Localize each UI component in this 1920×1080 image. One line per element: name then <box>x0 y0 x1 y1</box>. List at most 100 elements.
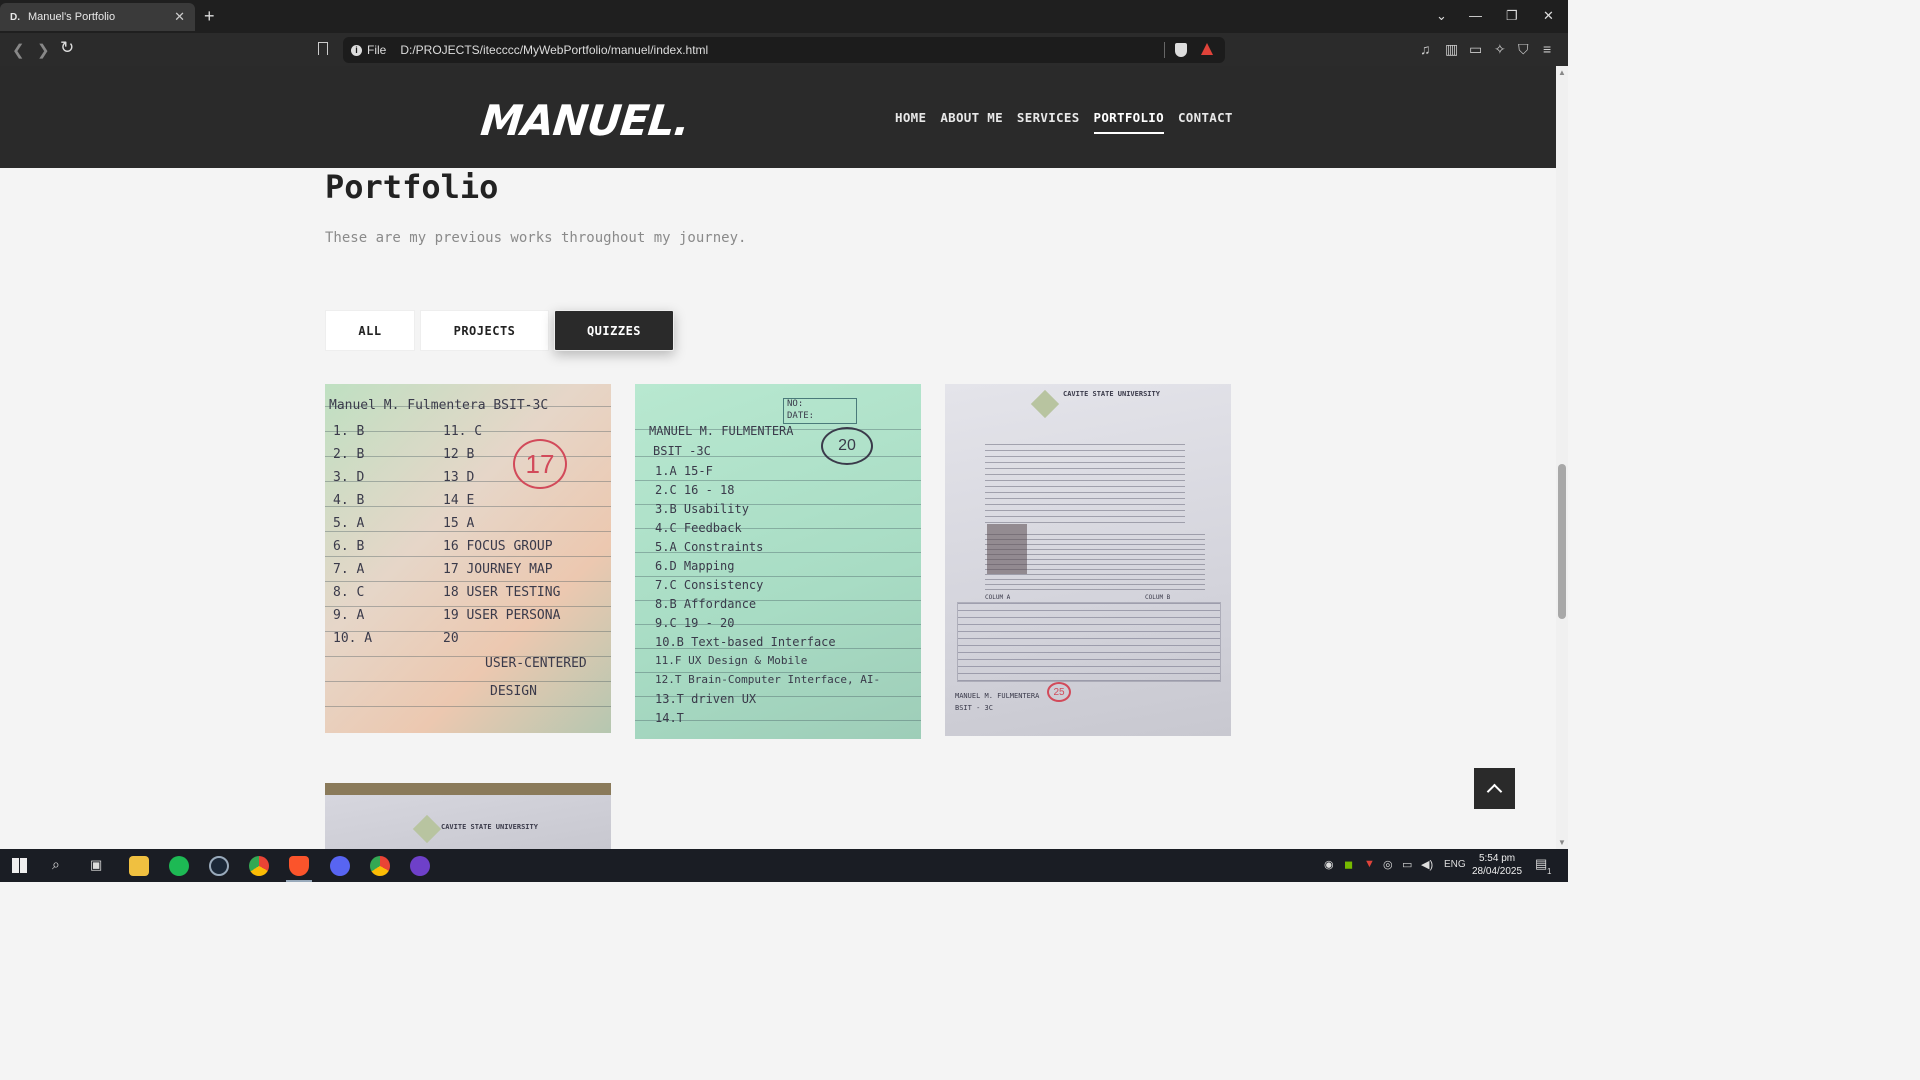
answer: 5. A <box>333 516 365 531</box>
notification-count: 1 <box>1547 867 1552 876</box>
menu-icon[interactable]: ≡ <box>1543 41 1551 57</box>
brave-rewards-icon[interactable] <box>1201 43 1213 55</box>
discord-tray-icon[interactable]: ◉ <box>1324 858 1334 871</box>
url-divider <box>1164 42 1165 58</box>
browser-toolbar: ❮ ❯ ↻ i File D:/PROJECTS/itecccc/MyWebPo… <box>0 33 1568 66</box>
media-icon[interactable]: ♫ <box>1420 41 1431 57</box>
answer: 14 E <box>443 493 475 508</box>
task-view-icon[interactable]: ▣ <box>90 857 102 873</box>
answer: 18 USER TESTING <box>443 585 561 600</box>
site-logo[interactable]: MANUEL. <box>478 96 691 145</box>
scroll-up-icon[interactable]: ▲ <box>1558 68 1566 77</box>
search-icon[interactable]: ⌕ <box>52 856 60 873</box>
answer: 6.D Mapping <box>655 559 735 573</box>
answer: 13.T driven UX <box>655 692 757 706</box>
back-to-top-button[interactable] <box>1474 768 1515 809</box>
clock-date: 28/04/2025 <box>1472 866 1523 877</box>
start-icon[interactable] <box>12 858 27 873</box>
answer: 4.C Feedback <box>655 521 742 535</box>
wallet-icon[interactable]: ▭ <box>1469 41 1482 58</box>
answer: 9.C 19 - 20 <box>655 616 735 630</box>
column-a-header: COLUM A <box>985 594 1011 601</box>
discord-icon[interactable] <box>330 856 350 876</box>
minimize-icon[interactable]: — <box>1469 8 1482 23</box>
chrome-icon[interactable] <box>249 856 269 876</box>
close-window-icon[interactable]: ✕ <box>1543 8 1554 24</box>
answer: 10.B Text-based Interface <box>655 635 836 649</box>
nav-home[interactable]: HOME <box>895 110 926 125</box>
answer: 9. A <box>333 608 365 623</box>
clock[interactable]: 5:54 pm 28/04/2025 <box>1472 852 1522 878</box>
scroll-thumb[interactable] <box>1558 464 1566 619</box>
close-tab-icon[interactable]: ✕ <box>174 9 185 25</box>
tab-list-icon[interactable]: ⌄ <box>1436 8 1447 24</box>
filter-all[interactable]: ALL <box>325 310 415 351</box>
leo-ai-icon[interactable]: ✧ <box>1494 41 1506 58</box>
notifications-icon[interactable]: ▤ <box>1535 856 1547 872</box>
answer: 7.C Consistency <box>655 578 764 592</box>
filter-projects[interactable]: PROJECTS <box>420 310 549 351</box>
chrome-profile-icon[interactable] <box>370 856 390 876</box>
nav-about[interactable]: ABOUT ME <box>940 110 1003 125</box>
quiz-card[interactable]: CAVITE STATE UNIVERSITY COLUM A COLUM B … <box>945 384 1231 736</box>
quiz-section: BSIT -3C <box>653 444 711 458</box>
answer: 2.C 16 - 18 <box>655 483 735 497</box>
nav-contact[interactable]: CONTACT <box>1178 110 1233 125</box>
steam-icon[interactable] <box>209 856 229 876</box>
windows-taskbar: ⌕ ▣ ◉ ◼ ▼ ◎ ▭ ◀) ENG 5:54 pm 28/04/2025 … <box>0 849 1568 882</box>
answer: 10. A <box>333 631 373 646</box>
answer: 20 <box>443 631 459 646</box>
quiz-photo: CAVITE STATE UNIVERSITY COLUM A COLUM B … <box>945 384 1231 736</box>
bookmark-icon[interactable] <box>318 42 328 55</box>
browser-tab[interactable]: D. Manuel's Portfolio ✕ <box>0 3 195 31</box>
answer: 5.A Constraints <box>655 540 764 554</box>
clock-time: 5:54 pm <box>1478 853 1516 864</box>
brave-icon[interactable] <box>289 856 309 876</box>
site-header: MANUEL. HOME ABOUT ME SERVICES PORTFOLIO… <box>0 66 1556 168</box>
back-icon[interactable]: ❮ <box>12 41 25 59</box>
vpn-tray-icon[interactable]: ▼ <box>1364 858 1375 870</box>
box-label: DATE: <box>787 411 815 421</box>
university-seal <box>412 814 442 844</box>
answer: 7. A <box>333 562 365 577</box>
quiz-card[interactable]: CAVITE STATE UNIVERSITY <box>325 783 611 849</box>
answer: 3. D <box>333 470 365 485</box>
page-scrollbar[interactable]: ▲ ▼ <box>1556 66 1568 849</box>
steam-tray-icon[interactable]: ◎ <box>1383 858 1393 871</box>
student-name: MANUEL M. FULMENTERA <box>955 692 1040 700</box>
quiz-card[interactable]: NO: DATE: MANUEL M. FULMENTERA BSIT -3C … <box>635 384 921 739</box>
brave-shields-icon[interactable] <box>1175 43 1187 57</box>
address-bar[interactable]: i File D:/PROJECTS/itecccc/MyWebPortfoli… <box>343 37 1225 63</box>
page-subtitle: These are my previous works throughout m… <box>325 230 747 246</box>
network-icon[interactable]: ▭ <box>1402 858 1412 871</box>
quiz-card[interactable]: Manuel M. Fulmentera BSIT-3C 1. B 2. B 3… <box>325 384 611 733</box>
school-name: CAVITE STATE UNIVERSITY <box>1063 390 1160 398</box>
nav-services[interactable]: SERVICES <box>1017 110 1080 125</box>
nav-portfolio[interactable]: PORTFOLIO <box>1093 110 1165 134</box>
vpn-icon[interactable]: ⛉ <box>1518 41 1529 58</box>
new-tab-icon[interactable]: + <box>204 6 215 27</box>
language-indicator[interactable]: ENG <box>1444 859 1466 870</box>
file-explorer-icon[interactable] <box>129 856 149 876</box>
forward-icon[interactable]: ❯ <box>37 41 50 59</box>
answer: 12.T Brain-Computer Interface, AI- <box>655 673 881 686</box>
answer: 3.B Usability <box>655 502 749 516</box>
filter-quizzes[interactable]: QUIZZES <box>554 310 674 351</box>
main-nav: HOME ABOUT ME SERVICES PORTFOLIO CONTACT <box>895 110 1233 134</box>
quiz-score: 20 <box>821 427 873 465</box>
box-label: NO: <box>787 399 804 409</box>
spotify-icon[interactable] <box>169 856 189 876</box>
sidebar-icon[interactable]: ▥ <box>1445 41 1458 58</box>
quiz-photo: NO: DATE: MANUEL M. FULMENTERA BSIT -3C … <box>635 384 921 739</box>
answer: 2. B <box>333 447 365 462</box>
nvidia-tray-icon[interactable]: ◼ <box>1344 858 1353 871</box>
github-desktop-icon[interactable] <box>410 856 430 876</box>
url-text[interactable]: D:/PROJECTS/itecccc/MyWebPortfolio/manue… <box>400 43 708 57</box>
answer: 1. B <box>333 424 365 439</box>
restore-icon[interactable]: ❐ <box>1506 8 1518 24</box>
info-icon[interactable]: i <box>351 44 362 56</box>
reload-icon[interactable]: ↻ <box>60 38 74 58</box>
scroll-down-icon[interactable]: ▼ <box>1558 838 1566 847</box>
answer: 8.B Affordance <box>655 597 757 611</box>
volume-icon[interactable]: ◀) <box>1421 858 1433 871</box>
